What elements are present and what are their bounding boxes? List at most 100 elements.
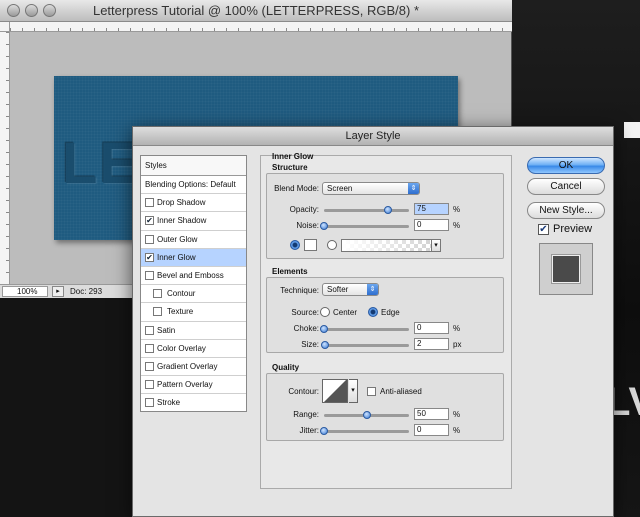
opacity-input[interactable]: 75	[414, 203, 449, 215]
jitter-input[interactable]: 0	[414, 424, 449, 436]
style-color-overlay[interactable]: Color Overlay	[141, 340, 246, 358]
glow-color-radio[interactable]	[290, 240, 300, 250]
glow-color-swatch[interactable]	[304, 239, 317, 251]
choke-slider[interactable]	[320, 325, 409, 333]
quality-title: Quality	[272, 363, 300, 372]
noise-unit: %	[453, 221, 461, 230]
style-satin[interactable]: Satin	[141, 322, 246, 340]
dialog-titlebar[interactable]: Layer Style	[133, 127, 613, 146]
jitter-unit: %	[453, 426, 461, 435]
style-contour[interactable]: Contour	[141, 285, 246, 304]
background-art-fragment	[624, 122, 640, 138]
source-edge-radio[interactable]	[368, 307, 378, 317]
source-center-label[interactable]: Center	[333, 308, 357, 317]
opacity-slider[interactable]	[324, 206, 409, 214]
style-label: Outer Glow	[157, 234, 198, 244]
source-edge-label[interactable]: Edge	[381, 308, 400, 317]
style-stroke[interactable]: Stroke	[141, 394, 246, 412]
noise-input[interactable]: 0	[414, 219, 449, 231]
size-input[interactable]: 2	[414, 338, 449, 350]
preview-label[interactable]: Preview	[553, 223, 592, 235]
style-checkbox[interactable]	[145, 380, 154, 390]
range-slider[interactable]	[324, 411, 409, 419]
style-checkbox[interactable]	[145, 270, 154, 280]
style-checkbox[interactable]	[145, 343, 154, 353]
style-outer-glow[interactable]: Outer Glow	[141, 231, 246, 249]
size-unit: px	[453, 340, 462, 349]
jitter-slider-thumb[interactable]	[320, 427, 328, 435]
source-label: Source:	[291, 308, 319, 317]
layer-style-dialog: Layer Style Styles Blending Options: Def…	[132, 126, 614, 517]
noise-slider[interactable]	[320, 222, 409, 230]
technique-select[interactable]: Softer ⇕	[322, 283, 379, 296]
preview-checkbox[interactable]: ✔	[538, 224, 549, 235]
status-menu-icon[interactable]: ▸	[52, 286, 64, 297]
chevron-down-icon[interactable]: ▾	[349, 379, 358, 403]
style-label: Satin	[157, 325, 176, 335]
zoom-level-field[interactable]: 100%	[2, 286, 48, 297]
structure-group: Structure Blend Mode: Screen ⇕ Opacity: …	[266, 163, 504, 259]
style-checkbox[interactable]	[145, 398, 154, 408]
blend-mode-value: Screen	[327, 184, 353, 193]
style-checkbox[interactable]	[145, 234, 154, 244]
glow-gradient-preview[interactable]	[341, 239, 441, 252]
noise-slider-thumb[interactable]	[320, 222, 328, 230]
jitter-slider[interactable]	[320, 427, 409, 435]
opacity-slider-thumb[interactable]	[383, 206, 392, 214]
size-slider-thumb[interactable]	[320, 341, 329, 349]
style-preview-swatch	[552, 255, 580, 283]
styles-header[interactable]: Styles	[141, 156, 246, 176]
style-checkbox[interactable]	[145, 361, 154, 371]
style-bevel-emboss[interactable]: Bevel and Emboss	[141, 267, 246, 286]
cancel-button[interactable]: Cancel	[527, 178, 605, 195]
style-inner-glow[interactable]: ✔ Inner Glow	[141, 248, 246, 267]
anti-aliased-label[interactable]: Anti-aliased	[380, 387, 422, 396]
style-checkbox[interactable]	[153, 307, 162, 317]
document-titlebar[interactable]: Letterpress Tutorial @ 100% (LETTERPRESS…	[0, 0, 512, 22]
source-center-radio[interactable]	[320, 307, 330, 317]
elements-group: Elements Technique: Softer ⇕ Source: Cen…	[266, 267, 504, 353]
style-label: Pattern Overlay	[157, 380, 213, 390]
chevron-down-icon[interactable]: ▾	[431, 239, 441, 252]
document-size-info[interactable]: Doc: 293	[70, 287, 102, 296]
technique-label: Technique:	[280, 286, 319, 295]
elements-title: Elements	[272, 267, 308, 276]
size-slider[interactable]	[320, 341, 409, 349]
style-label: Stroke	[157, 398, 181, 408]
style-checkbox[interactable]: ✔	[145, 216, 154, 226]
style-texture[interactable]: Texture	[141, 303, 246, 322]
style-checkbox[interactable]	[145, 325, 154, 335]
ok-button[interactable]: OK	[527, 157, 605, 174]
choke-input[interactable]: 0	[414, 322, 449, 334]
vertical-ruler[interactable]	[0, 32, 10, 284]
contour-preview[interactable]	[322, 379, 348, 403]
new-style-button[interactable]: New Style...	[527, 202, 605, 219]
horizontal-ruler[interactable]	[10, 22, 512, 32]
chevron-updown-icon: ⇕	[367, 284, 378, 295]
style-blending-options[interactable]: Blending Options: Default	[141, 176, 246, 195]
style-drop-shadow[interactable]: Drop Shadow	[141, 194, 246, 213]
style-label: Gradient Overlay	[157, 361, 218, 371]
choke-label: Choke:	[293, 324, 319, 333]
choke-slider-thumb[interactable]	[320, 325, 328, 333]
style-inner-shadow[interactable]: ✔ Inner Shadow	[141, 212, 246, 231]
size-label: Size:	[301, 340, 319, 349]
style-gradient-overlay[interactable]: Gradient Overlay	[141, 358, 246, 377]
range-label: Range:	[293, 410, 319, 419]
style-checkbox[interactable]	[145, 198, 154, 208]
glow-gradient-radio[interactable]	[327, 240, 337, 250]
range-input[interactable]: 50	[414, 408, 449, 420]
range-slider-thumb[interactable]	[362, 411, 371, 419]
style-label: Texture	[167, 307, 194, 317]
style-checkbox[interactable]: ✔	[145, 252, 154, 262]
anti-aliased-checkbox[interactable]	[367, 387, 376, 396]
contour-label: Contour:	[288, 387, 319, 396]
style-pattern-overlay[interactable]: Pattern Overlay	[141, 376, 246, 395]
ruler-origin[interactable]	[0, 22, 10, 32]
structure-title: Structure	[272, 163, 308, 172]
blend-mode-label: Blend Mode:	[274, 184, 319, 193]
blend-mode-select[interactable]: Screen ⇕	[322, 182, 420, 195]
range-unit: %	[453, 410, 461, 419]
chevron-updown-icon: ⇕	[408, 183, 419, 194]
style-checkbox[interactable]	[153, 289, 162, 299]
